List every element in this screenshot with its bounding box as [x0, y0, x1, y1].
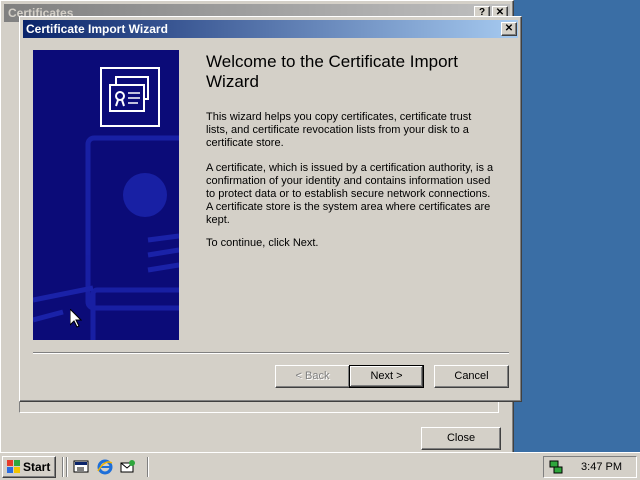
network-icon[interactable] [548, 459, 564, 475]
quicklaunch-separator [62, 457, 64, 477]
system-tray: 3:47 PM [543, 456, 637, 478]
cancel-button[interactable]: Cancel [434, 365, 509, 388]
certificates-close-button[interactable]: Close [421, 427, 501, 450]
wizard-banner-panel [33, 50, 179, 340]
wizard-intro-paragraph: This wizard helps you copy certificates,… [206, 111, 472, 149]
start-label: Start [23, 460, 51, 474]
outlook-express-icon[interactable] [120, 459, 136, 475]
wizard-description-paragraph: A certificate, which is issued by a cert… [206, 162, 494, 226]
windows-logo-icon [7, 460, 20, 473]
back-button[interactable]: < Back [275, 365, 350, 388]
quicklaunch-separator [66, 457, 68, 477]
clock[interactable]: 3:47 PM [581, 457, 622, 477]
certificate-icon [100, 67, 160, 127]
mouse-cursor-icon [70, 309, 82, 328]
wizard-continue-instruction: To continue, click Next. [206, 237, 319, 249]
taskbar: Start 3:47 PM [0, 452, 640, 480]
wizard-title: Certificate Import Wizard [26, 22, 168, 36]
wizard-titlebar: Certificate Import Wizard [23, 20, 518, 38]
internet-explorer-icon[interactable] [97, 459, 113, 475]
show-desktop-icon[interactable] [73, 459, 89, 475]
wizard-separator [33, 352, 509, 354]
start-button[interactable]: Start [2, 456, 56, 478]
wizard-heading: Welcome to the Certificate Import Wizard [206, 52, 458, 91]
wizard-close-button[interactable]: ✕ [501, 22, 517, 36]
certificate-import-wizard: Certificate Import Wizard ✕ Welcome to t… [19, 16, 522, 402]
quicklaunch-separator [147, 457, 149, 477]
next-button[interactable]: Next > [349, 365, 424, 388]
